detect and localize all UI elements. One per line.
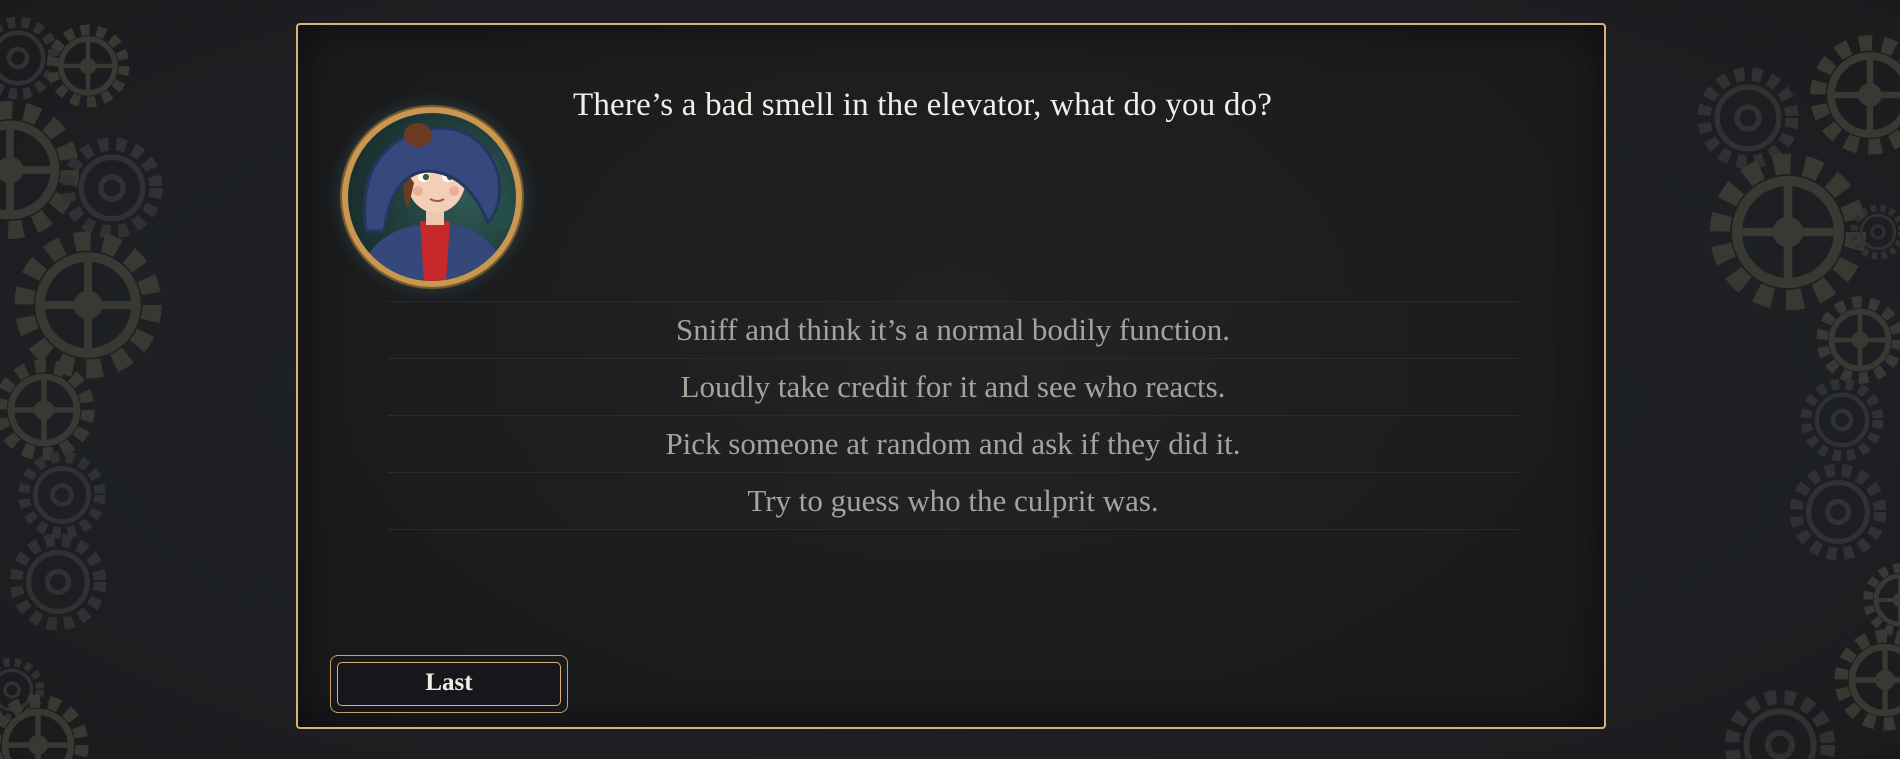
question-text: There’s a bad smell in the elevator, wha… <box>573 87 1273 123</box>
choice-option[interactable]: Loudly take credit for it and see who re… <box>388 358 1518 415</box>
character-portrait-icon <box>358 135 516 281</box>
gears-decoration-left-icon <box>0 0 240 759</box>
choice-option[interactable]: Pick someone at random and ask if they d… <box>388 415 1518 472</box>
game-screen: There’s a bad smell in the elevator, wha… <box>0 0 1900 759</box>
choice-option[interactable]: Sniff and think it’s a normal bodily fun… <box>388 301 1518 358</box>
dialog-panel: There’s a bad smell in the elevator, wha… <box>296 23 1606 729</box>
last-button[interactable]: Last <box>337 662 561 706</box>
choice-option[interactable]: Try to guess who the culprit was. <box>388 472 1518 530</box>
last-button-frame: Last <box>330 655 568 713</box>
gears-decoration-right-icon <box>1660 0 1900 759</box>
character-portrait <box>342 107 522 287</box>
choice-list: Sniff and think it’s a normal bodily fun… <box>388 301 1518 530</box>
